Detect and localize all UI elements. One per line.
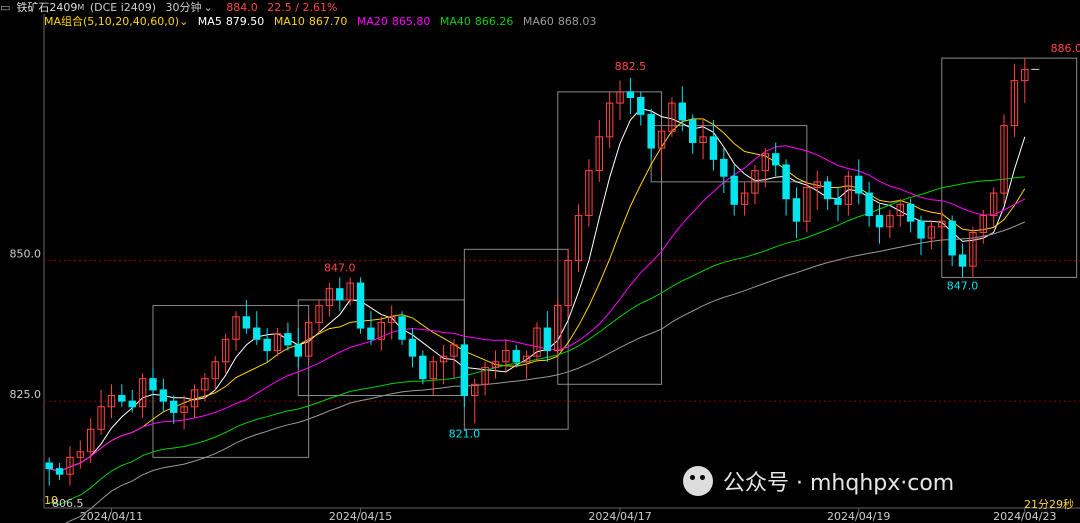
ma20-name: MA20: [356, 15, 388, 28]
candle-body: [294, 344, 303, 357]
candle-body: [543, 327, 552, 352]
x-tick-label: 2024/04/11: [80, 510, 143, 523]
ma10-value: 867.70: [308, 15, 348, 28]
candle-body: [159, 389, 168, 402]
candle-body: [512, 350, 520, 363]
candle-body: [419, 355, 427, 380]
candle-body: [875, 215, 884, 228]
candle-body: [730, 175, 738, 205]
symbol-code: (DCE i2409): [89, 1, 157, 14]
range-box: [941, 57, 1078, 278]
candle-body: [688, 119, 697, 143]
candle-body: [906, 203, 915, 222]
watermark: 公众号 · mhqhpx·com: [683, 462, 954, 500]
high-annotation-886: 886.0: [1051, 42, 1080, 55]
candle-body: [823, 181, 832, 200]
candle-body: [149, 378, 157, 391]
candle-body: [647, 113, 655, 149]
wechat-icon: [683, 466, 713, 496]
ma5-line: [49, 108, 1026, 472]
candle-body: [460, 344, 469, 397]
price-change: 22.5 / 2.61%: [267, 1, 338, 14]
ma20-label: MA20 865.80: [357, 15, 437, 28]
x-tick-label: 2024/04/17: [588, 510, 651, 523]
candle-body: [336, 288, 344, 301]
candle-body: [253, 327, 261, 340]
period-selector[interactable]: 30分钟: [166, 1, 202, 14]
ma20-line: [49, 145, 1026, 472]
candle-body: [242, 316, 251, 329]
low-annotation-821: 821.0: [449, 428, 481, 441]
ma10-line: [49, 118, 1026, 472]
candle-body: [128, 400, 136, 408]
ma5-label: MA5 879.50: [198, 15, 271, 28]
candle-body: [263, 338, 271, 352]
symbol-name: 铁矿石2409: [16, 1, 78, 14]
candle-body: [678, 102, 687, 121]
candle-body: [782, 164, 790, 200]
book-icon: ▭: [0, 1, 11, 14]
ma-legend: MA组合(5,10,20,40,60,0)⌄ MA5 879.50 MA10 867…: [44, 15, 602, 29]
candlestick-chart: 825.0 850.0 2024/04/11 2024/04/15 2024/04/17…: [10, 14, 1080, 523]
candle-body: [55, 468, 64, 475]
candle-body: [118, 395, 126, 402]
ma10-name: MA10: [273, 15, 305, 28]
ma60-name: MA60: [522, 15, 554, 28]
candle-body: [948, 220, 956, 256]
x-tick-label: 2024/04/15: [329, 510, 392, 523]
candle-body: [792, 198, 801, 222]
candle-body: [398, 316, 406, 340]
candle-body: [720, 158, 728, 177]
y-tick-label: 850.0: [10, 248, 42, 261]
high-annotation-882: 882.5: [615, 60, 647, 73]
candle-body: [834, 198, 842, 205]
left-value-label: 806.5: [52, 497, 84, 510]
ma60-label: MA60 868.03: [523, 15, 603, 28]
candle-body: [958, 254, 967, 267]
ma60-value: 868.03: [557, 15, 597, 28]
low-annotation-847: 847.0: [947, 279, 979, 292]
candle-body: [170, 400, 178, 413]
y-tick-label: 825.0: [10, 388, 42, 401]
candle-body: [709, 136, 718, 160]
countdown-timer: 21分29秒: [1024, 498, 1074, 511]
chevron-down-icon[interactable]: ⌄: [179, 15, 188, 28]
ma5-value: 879.50: [225, 15, 265, 28]
ma40-value: 866.26: [474, 15, 514, 28]
ma40-label: MA40 866.26: [440, 15, 520, 28]
candle-body: [771, 153, 780, 166]
chevron-down-icon[interactable]: ⌄: [204, 1, 213, 14]
candle-body: [917, 220, 925, 239]
watermark-text: 公众号 · mhqhpx·com: [723, 471, 955, 496]
candle-body: [865, 192, 873, 217]
candle-body: [855, 175, 863, 194]
ma5-name: MA5: [197, 15, 222, 28]
header-bar: ▭ 铁矿石2409M (DCE i2409) 30分钟 ⌄ 884.0 22.5 /…: [0, 0, 343, 15]
candle-body: [356, 282, 365, 329]
range-box: [463, 248, 569, 430]
ma10-label: MA10 867.70: [274, 15, 354, 28]
candle-body: [284, 333, 292, 346]
x-tick-label: 2024/04/19: [827, 510, 890, 523]
candle-body: [637, 96, 645, 115]
badge: M: [77, 3, 85, 12]
last-price: 884.0: [226, 1, 258, 14]
ma-group-label[interactable]: MA组合(5,10,20,40,60,0): [44, 15, 179, 28]
candle-body: [45, 462, 53, 470]
high-annotation-847: 847.0: [324, 261, 356, 274]
candle-body: [408, 338, 417, 357]
candle-body: [626, 91, 635, 98]
ma20-value: 865.80: [391, 15, 431, 28]
ma40-name: MA40: [439, 15, 471, 28]
candle-body: [367, 327, 375, 340]
